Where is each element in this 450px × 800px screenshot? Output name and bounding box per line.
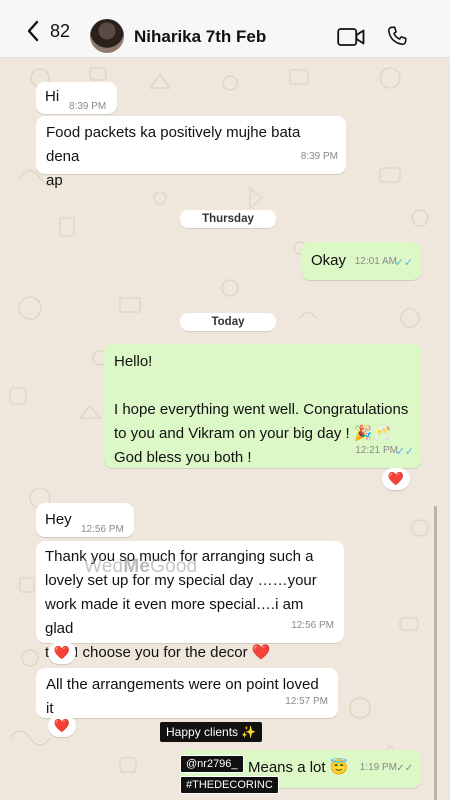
back-button[interactable]: 82	[26, 19, 86, 43]
message-time: 12:56 PM	[291, 620, 334, 631]
chat-area[interactable]: Hi 8:39 PM Food packets ka positively mu…	[0, 58, 450, 800]
message-text-line: I hope everything went well. Congratulat…	[114, 401, 409, 418]
message-text: Okay	[311, 252, 347, 269]
watermark-part: Wed	[84, 556, 124, 577]
message-outgoing[interactable]: Okay 12:01 AM ✓✓	[301, 242, 421, 280]
heart-reaction[interactable]: ❤️	[382, 468, 410, 490]
message-outgoing[interactable]: Hello! I hope everything went well. Cong…	[104, 344, 422, 468]
message-text: Means a lot 😇	[248, 759, 349, 776]
message-incoming[interactable]: Hi 8:39 PM	[36, 82, 117, 114]
message-text-line: that I choose you for the decor ❤️	[45, 644, 271, 661]
heart-reaction[interactable]: ❤️	[48, 715, 76, 737]
message-time: 12:01 AM	[354, 256, 397, 267]
scrollbar[interactable]	[434, 506, 437, 800]
read-ticks-icon: ✓✓	[395, 446, 414, 458]
message-incoming[interactable]: Food packets ka positively mujhe bata de…	[36, 116, 346, 189]
message-time: 12:56 PM	[81, 524, 124, 535]
message-time: 1:19 PM	[359, 762, 397, 773]
message-text-line: ap	[46, 172, 63, 189]
video-call-icon[interactable]	[337, 27, 365, 47]
hashtag-tag: #THEDECORINC	[180, 776, 279, 794]
message-text: Hey	[45, 511, 72, 528]
happy-clients-tag: Happy clients ✨	[160, 722, 263, 742]
chevron-left-icon	[27, 20, 39, 42]
watermark-part: Good	[150, 556, 198, 577]
unread-count: 82	[50, 20, 71, 41]
date-divider-today: Today	[180, 313, 276, 331]
message-time: 8:39 PM	[300, 151, 338, 162]
message-text-line: Food packets ka positively mujhe bata de…	[46, 124, 301, 165]
read-ticks-icon: ✓✓	[396, 763, 413, 774]
message-time: 12:57 PM	[285, 696, 328, 707]
message-incoming[interactable]: All the arrangements were on point loved…	[36, 668, 338, 718]
message-text-line: Hello!	[114, 353, 153, 370]
message-time: 12:21 PM	[355, 445, 398, 456]
date-divider-thursday: Thursday	[180, 210, 276, 228]
handle-tag: @nr2796_	[180, 755, 244, 773]
heart-reaction[interactable]: ❤️	[48, 642, 76, 664]
contact-name[interactable]: Niharika 7th Feb	[134, 27, 266, 47]
read-ticks-icon: ✓✓	[394, 257, 413, 269]
watermark-logo: WedMeGood	[84, 556, 197, 578]
chat-header: 82 Niharika 7th Feb	[0, 0, 450, 58]
message-text: Hi	[45, 88, 60, 105]
avatar[interactable]	[90, 19, 124, 53]
phone-call-icon[interactable]	[386, 25, 408, 47]
message-incoming[interactable]: Hey 12:56 PM	[36, 503, 134, 537]
watermark-part: Me	[123, 556, 151, 577]
